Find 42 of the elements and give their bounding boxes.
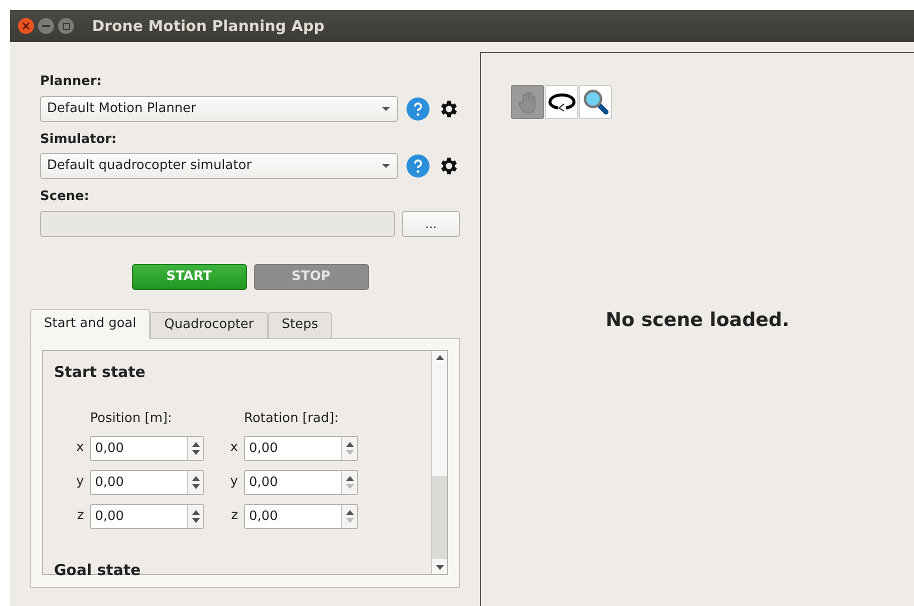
browse-button[interactable]: ... <box>402 210 460 236</box>
planner-label: Planner: <box>40 73 103 91</box>
axis-label: y <box>75 473 84 492</box>
column-label: Position [m]: <box>89 410 173 428</box>
viewport-message: No scene loaded. <box>606 308 790 334</box>
scroll-up-icon[interactable] <box>436 354 444 360</box>
minimize-button[interactable] <box>38 18 54 34</box>
maximize-button[interactable] <box>58 18 74 34</box>
help-icon[interactable] <box>406 96 430 120</box>
simulator-label: Simulator: <box>40 130 118 148</box>
spin-box[interactable]: 0,00 <box>244 504 358 528</box>
tab[interactable]: Steps <box>268 312 332 338</box>
axis-label: y <box>229 473 238 492</box>
column-label: Rotation [rad]: <box>243 410 340 428</box>
magnifier-icon <box>582 88 610 116</box>
simulator-dropdown[interactable]: Default quadrocopter simulator <box>40 153 398 179</box>
close-icon <box>22 22 30 30</box>
window-title: Drone Motion Planning App <box>92 16 324 37</box>
dropdown-arrow-icon <box>381 163 391 169</box>
spin-box[interactable]: 0,00 <box>90 470 204 494</box>
tab[interactable]: Start and goal <box>30 308 150 338</box>
spin-box[interactable]: 0,00 <box>90 436 204 460</box>
tab[interactable]: Quadrocopter <box>150 312 268 338</box>
spin-box[interactable]: 0,00 <box>244 436 358 460</box>
dropdown-arrow-icon <box>381 106 391 112</box>
tool-button[interactable] <box>579 85 612 119</box>
scrollbar[interactable] <box>431 350 447 574</box>
help-icon[interactable] <box>406 154 430 178</box>
section-title: Goal state <box>54 560 142 580</box>
close-button[interactable] <box>18 18 34 34</box>
section-title: Start state <box>54 362 146 382</box>
scene-label: Scene: <box>40 188 90 206</box>
scroll-down-icon[interactable] <box>436 564 444 570</box>
spin-box[interactable]: 0,00 <box>90 504 204 528</box>
axis-label: x <box>75 439 84 458</box>
planner-dropdown[interactable]: Default Motion Planner <box>40 96 398 122</box>
scene-field[interactable] <box>40 210 395 236</box>
axis-label: x <box>229 439 238 458</box>
axis-label: z <box>230 507 238 526</box>
tool-button[interactable] <box>545 85 578 119</box>
spin-box[interactable]: 0,00 <box>244 470 358 494</box>
axis-label: z <box>76 507 84 526</box>
